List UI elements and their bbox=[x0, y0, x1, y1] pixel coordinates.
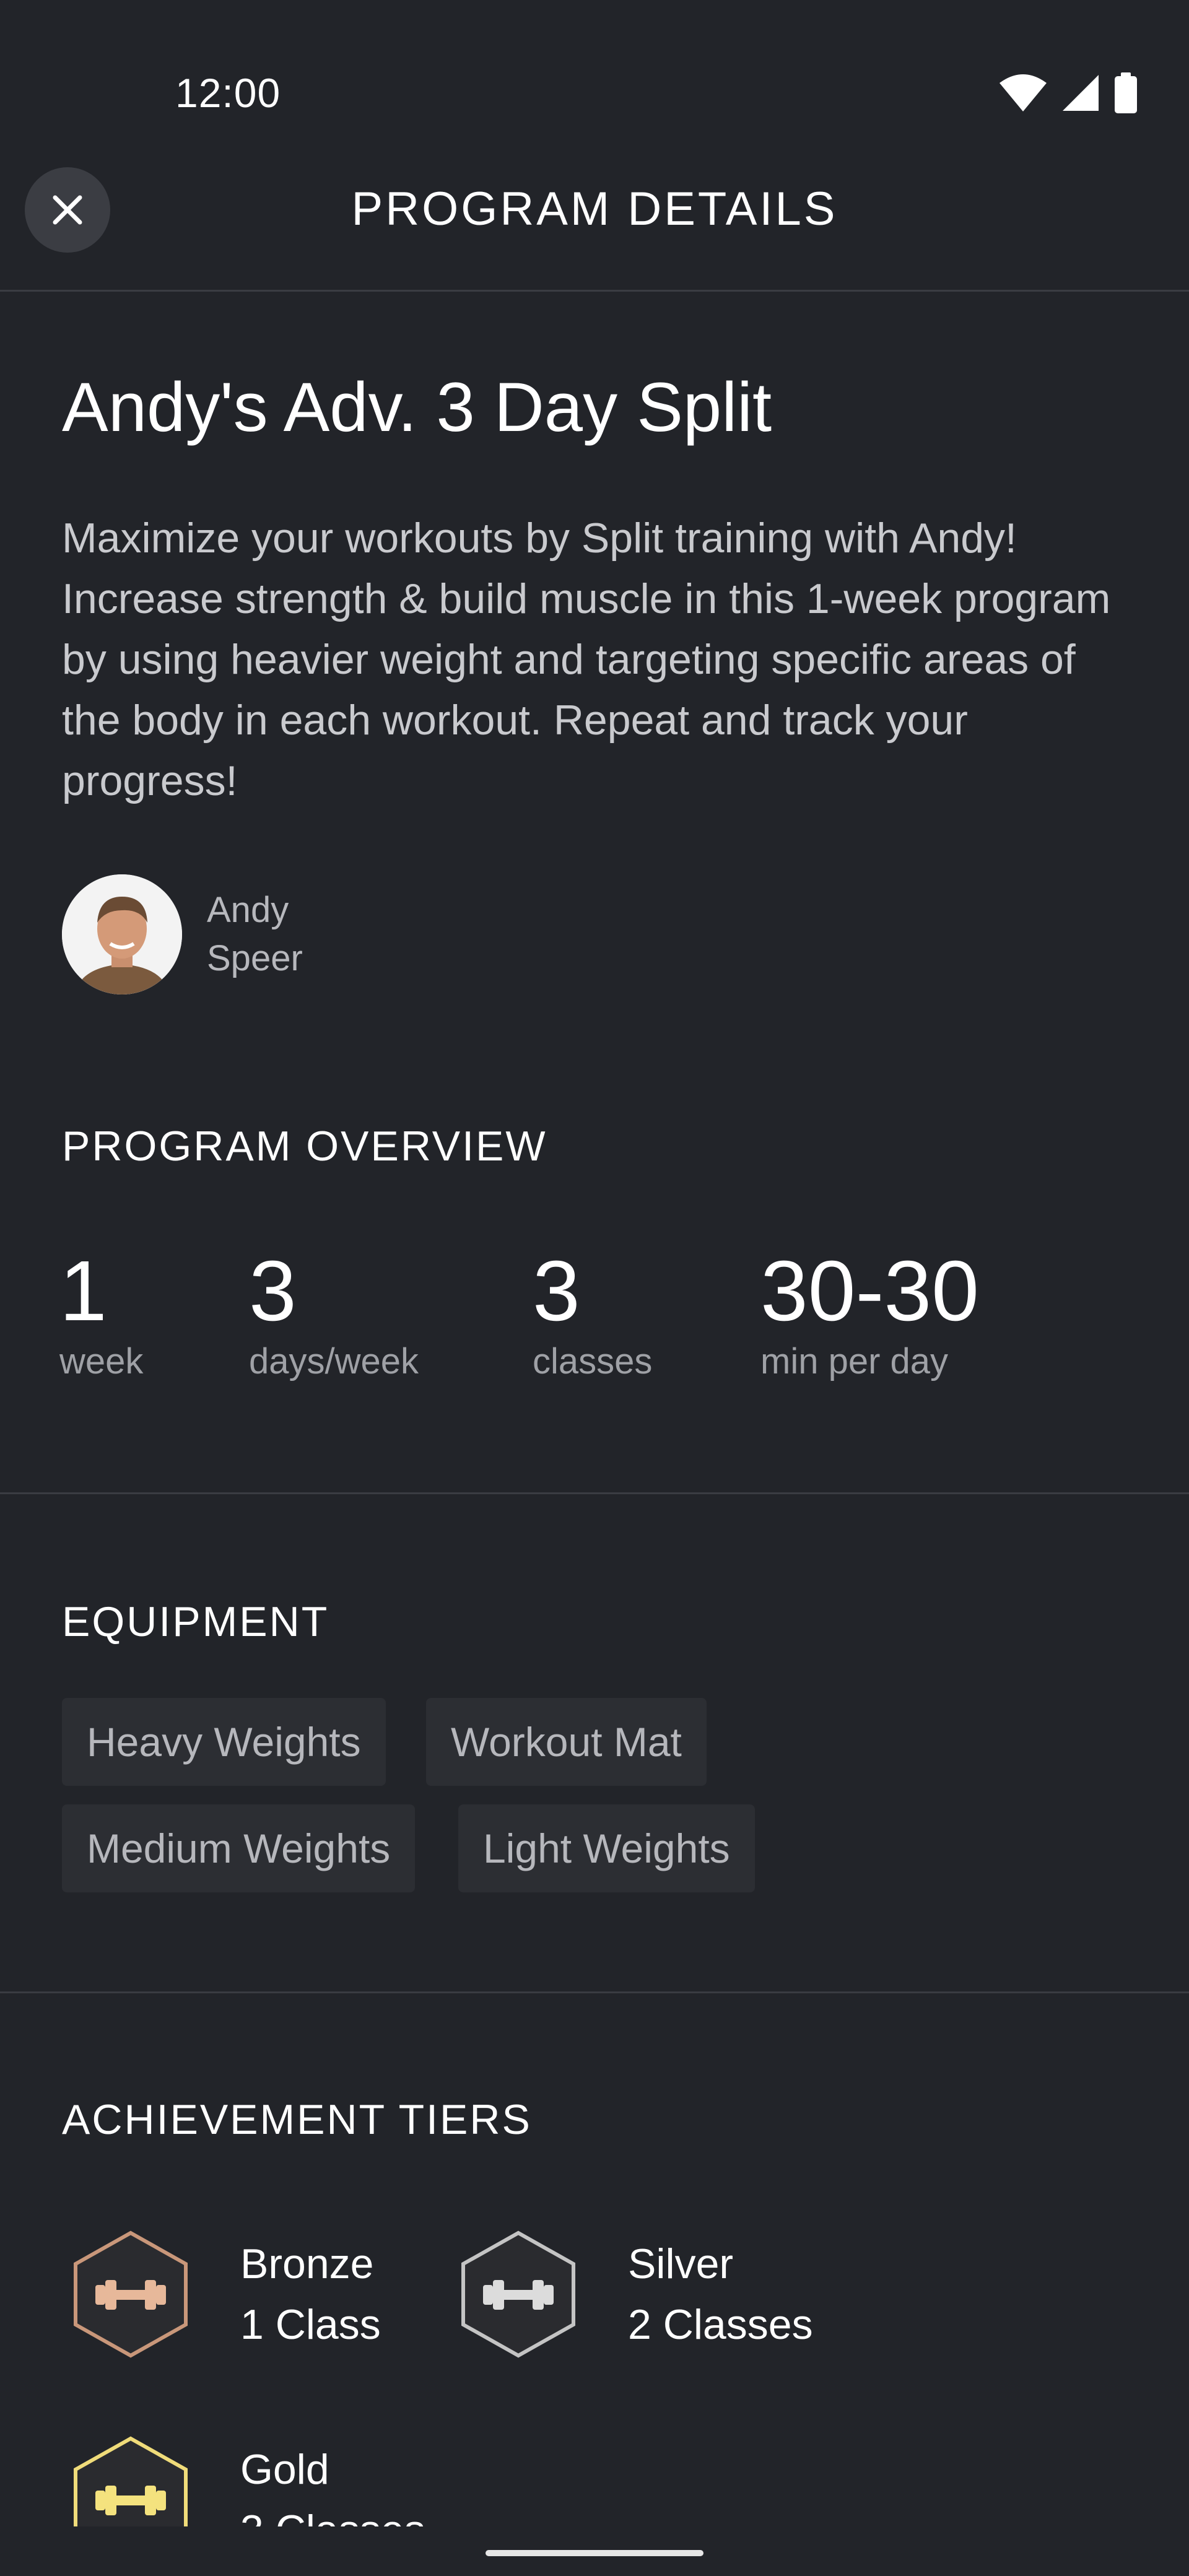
stat-label: classes bbox=[533, 1341, 653, 1382]
tier-silver: Silver 2 Classes bbox=[458, 2229, 813, 2359]
equipment-chip: Heavy Weights bbox=[62, 1698, 386, 1786]
equipment-chip: Light Weights bbox=[458, 1804, 755, 1892]
stat-days-per-week: 3 days/week bbox=[249, 1238, 419, 1383]
program-title: Andy's Adv. 3 Day Split bbox=[62, 368, 772, 446]
stat-value: 3 bbox=[249, 1243, 297, 1339]
equipment-heading: EQUIPMENT bbox=[62, 1598, 329, 1645]
battery-icon bbox=[1115, 72, 1137, 113]
bronze-badge-icon bbox=[74, 2230, 188, 2358]
tier-name: Bronze bbox=[240, 2240, 374, 2287]
header-divider bbox=[0, 290, 1189, 292]
stat-weeks: 1 week bbox=[59, 1238, 143, 1383]
home-indicator[interactable] bbox=[486, 2550, 703, 2556]
status-bar: 12:00 bbox=[0, 0, 1189, 167]
tier-bronze: Bronze 1 Class bbox=[71, 2229, 381, 2359]
equipment-chip: Workout Mat bbox=[426, 1698, 707, 1786]
stat-label: week bbox=[59, 1341, 144, 1382]
program-overview-heading: PROGRAM OVERVIEW bbox=[62, 1123, 547, 1170]
coach-first-name: Andy bbox=[207, 890, 289, 930]
coach-avatar-image bbox=[62, 874, 182, 994]
program-description: Maximize your workouts by Split training… bbox=[62, 515, 1111, 804]
equipment-chip: Medium Weights bbox=[62, 1804, 416, 1892]
tier-name: Silver bbox=[628, 2240, 734, 2287]
status-icons bbox=[998, 68, 1138, 118]
stat-label: min per day bbox=[760, 1341, 949, 1382]
page-title: PROGRAM DETAILS bbox=[351, 183, 838, 235]
header: PROGRAM DETAILS bbox=[0, 167, 1189, 291]
tier-name: Gold bbox=[240, 2446, 329, 2493]
section-divider bbox=[0, 1492, 1189, 1494]
coach-avatar bbox=[62, 874, 182, 994]
tier-requirement: 2 Classes bbox=[628, 2301, 813, 2348]
achievement-tiers-heading: ACHIEVEMENT TIERS bbox=[62, 2096, 532, 2143]
wifi-icon bbox=[1000, 74, 1047, 111]
tier-requirement: 1 Class bbox=[240, 2301, 381, 2348]
tier-text: Silver 2 Classes bbox=[628, 2234, 813, 2355]
stat-classes: 3 classes bbox=[533, 1238, 652, 1383]
coach-name: Andy Speer bbox=[207, 886, 343, 983]
stat-label: days/week bbox=[249, 1341, 419, 1382]
stat-value: 3 bbox=[533, 1243, 580, 1339]
stat-value: 30-30 bbox=[760, 1243, 979, 1339]
coach-last-name: Speer bbox=[207, 938, 303, 978]
silver-badge-icon bbox=[461, 2230, 575, 2358]
signal-icon bbox=[1063, 75, 1099, 111]
stat-value: 1 bbox=[59, 1243, 107, 1339]
tier-text: Bronze 1 Class bbox=[240, 2234, 381, 2355]
stat-minutes-per-day: 30-30 min per day bbox=[760, 1238, 979, 1383]
coach-info[interactable]: Andy Speer bbox=[62, 874, 343, 994]
section-divider bbox=[0, 1991, 1189, 1993]
status-time: 12:00 bbox=[175, 70, 281, 116]
